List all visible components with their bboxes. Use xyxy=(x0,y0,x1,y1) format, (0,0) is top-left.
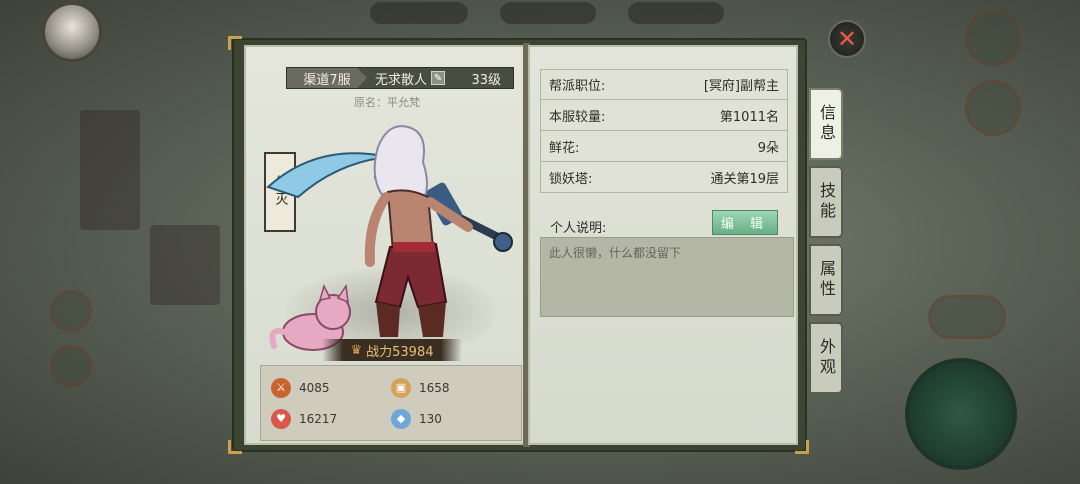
background-building xyxy=(150,225,220,305)
stat-defense-value: 1658 xyxy=(419,380,450,395)
info-value: [冥府]副帮主 xyxy=(703,79,779,94)
sword-icon: ⚔ xyxy=(271,377,291,398)
resource-pill[interactable] xyxy=(370,2,468,24)
info-table: 帮派职位: [冥府]副帮主 本服较量: 第1011名 鲜花: 9朵 锁妖塔: 通… xyxy=(540,69,788,193)
info-page: 帮派职位: [冥府]副帮主 本服较量: 第1011名 鲜花: 9朵 锁妖塔: 通… xyxy=(528,45,798,445)
stat-speed: ◆ 130 xyxy=(391,403,511,434)
edit-name-icon[interactable]: ✎ xyxy=(431,71,446,85)
info-row-flowers: 鲜花: 9朵 xyxy=(540,131,788,162)
combat-power-bar: ♛ 战力53984 xyxy=(322,339,462,361)
info-row-demon-tower: 锁妖塔: 通关第19层 xyxy=(540,162,788,193)
edit-intro-button[interactable]: 编 辑 xyxy=(712,210,778,235)
info-value: 通关第19层 xyxy=(710,171,779,187)
character-page: 渠道7服 无求散人 ✎ 33级 原名：平允梵 绝灭 xyxy=(244,45,526,445)
stat-defense: ▣ 1658 xyxy=(391,372,511,403)
close-icon[interactable]: ✕ xyxy=(828,20,866,58)
crown-icon: ♛ xyxy=(350,342,363,358)
info-row-guild-position: 帮派职位: [冥府]副帮主 xyxy=(540,69,788,100)
shield-crystal-icon: ◆ xyxy=(391,408,411,429)
tab-appearance[interactable]: 外观 xyxy=(809,322,843,394)
menu-ring-button[interactable] xyxy=(50,290,92,332)
stat-hp: ♥ 16217 xyxy=(271,403,391,434)
player-header: 渠道7服 无求散人 ✎ 33级 xyxy=(286,67,514,89)
info-row-server-rank: 本服较量: 第1011名 xyxy=(540,100,788,131)
tab-info[interactable]: 信息 xyxy=(809,88,843,160)
info-label: 帮派职位: xyxy=(549,79,606,94)
adventure-seal-button[interactable] xyxy=(905,358,1017,470)
stats-panel: ⚔ 4085 ▣ 1658 ♥ 16217 ◆ 130 xyxy=(260,365,522,441)
info-value: 第1011名 xyxy=(719,109,779,125)
tab-attributes[interactable]: 属性 xyxy=(809,244,843,316)
player-info-dialog: 渠道7服 无求散人 ✎ 33级 原名：平允梵 绝灭 xyxy=(228,36,850,454)
menu-ring-button[interactable] xyxy=(965,10,1021,66)
frame-corner xyxy=(228,440,242,454)
menu-ring-button[interactable] xyxy=(928,295,1006,339)
combat-power-label: 战力53984 xyxy=(366,344,434,360)
intro-label: 个人说明: xyxy=(550,221,607,236)
info-label: 锁妖塔: xyxy=(549,171,593,187)
stat-speed-value: 130 xyxy=(419,411,442,426)
frame-corner xyxy=(228,36,242,50)
info-label: 鲜花: xyxy=(549,140,580,156)
intro-text: 此人很懒，什么都没留下 xyxy=(549,246,682,260)
info-label: 本服较量: xyxy=(549,109,606,125)
intro-textbox[interactable]: 此人很懒，什么都没留下 xyxy=(540,237,794,317)
resource-pill[interactable] xyxy=(500,2,596,24)
info-value: 9朵 xyxy=(757,140,779,156)
menu-ring-button[interactable] xyxy=(965,80,1021,136)
stat-attack: ⚔ 4085 xyxy=(271,372,391,403)
resource-pill[interactable] xyxy=(628,2,724,24)
character-figure xyxy=(266,125,513,351)
player-avatar[interactable] xyxy=(42,2,102,62)
menu-ring-button[interactable] xyxy=(50,345,92,387)
server-tag: 渠道7服 xyxy=(287,68,367,88)
heart-icon: ♥ xyxy=(271,408,291,429)
player-level: 33级 xyxy=(471,72,501,88)
stat-hp-value: 16217 xyxy=(299,411,338,426)
stat-attack-value: 4085 xyxy=(299,380,330,395)
armor-icon: ▣ xyxy=(391,377,411,398)
player-name: 无求散人 xyxy=(375,72,428,88)
background-building xyxy=(80,110,140,230)
tab-skills[interactable]: 技能 xyxy=(809,166,843,238)
